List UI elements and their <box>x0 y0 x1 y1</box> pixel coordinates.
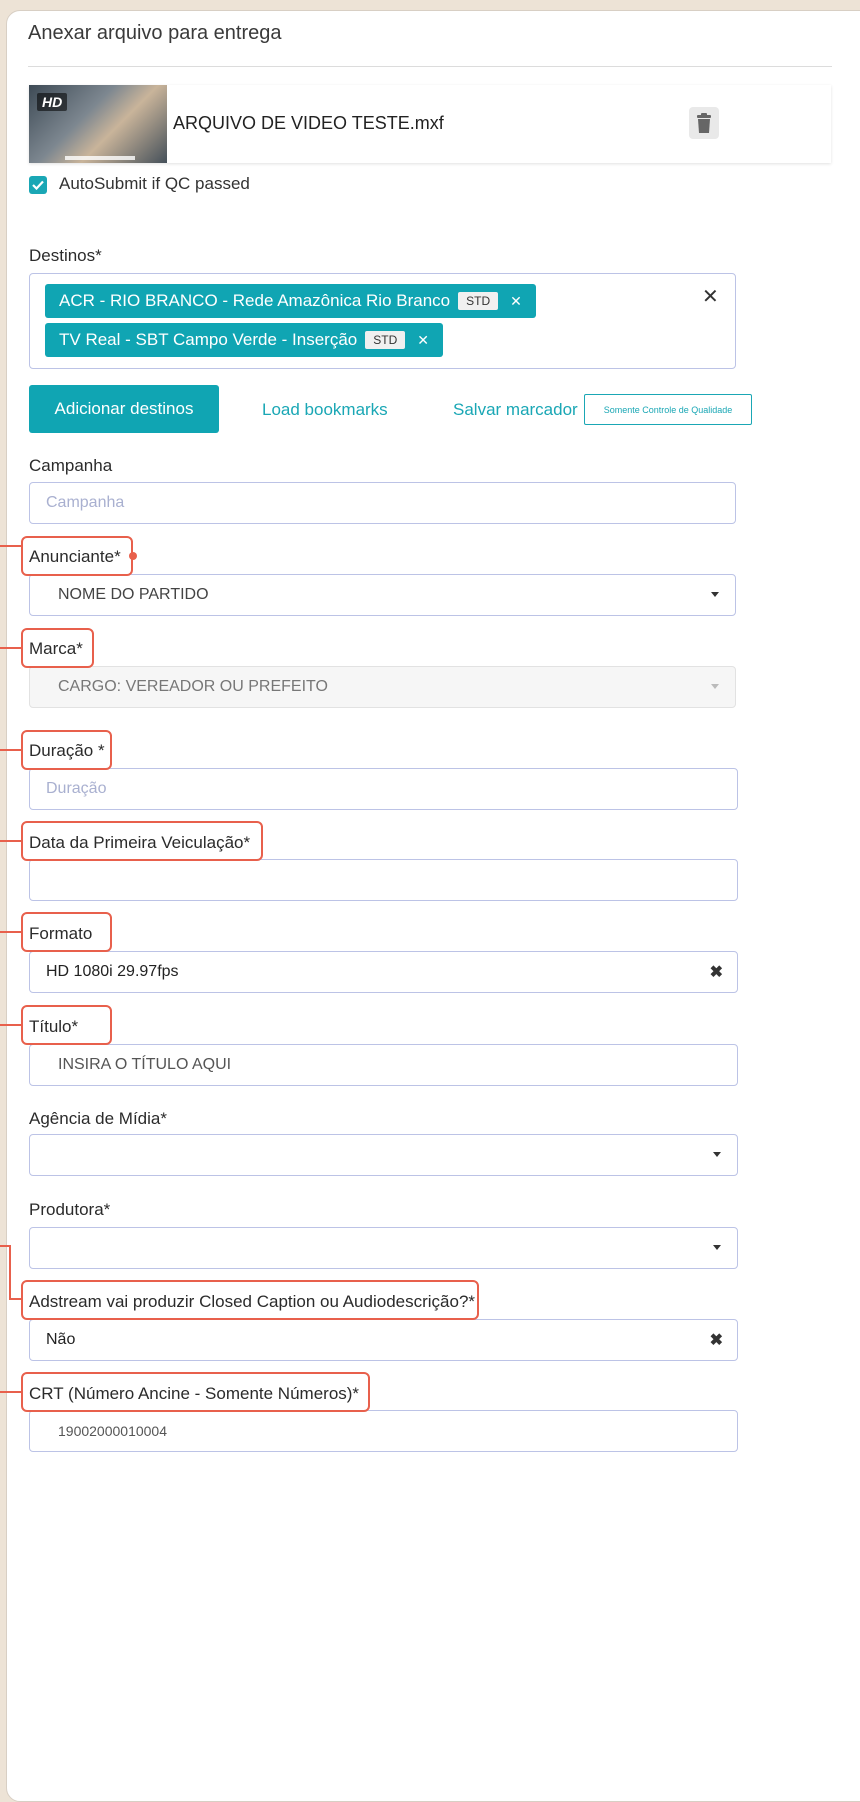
highlight-marca <box>21 628 94 668</box>
duracao-placeholder: Duração <box>46 780 107 797</box>
video-thumbnail: HD <box>29 85 167 163</box>
highlight-connector <box>0 749 22 751</box>
highlight-connector <box>0 1245 10 1247</box>
highlight-crt <box>21 1372 370 1412</box>
crt-value: 19002000010004 <box>58 1423 168 1439</box>
produtora-select[interactable] <box>29 1227 738 1269</box>
divider <box>28 66 832 67</box>
formato-select[interactable]: HD 1080i 29.97fps ✖ <box>29 951 738 993</box>
highlight-connector <box>9 1298 22 1300</box>
clear-icon[interactable]: ✖ <box>710 1330 723 1350</box>
highlight-titulo <box>21 1005 112 1045</box>
destination-tag-label: ACR - RIO BRANCO - Rede Amazônica Rio Br… <box>59 291 451 310</box>
closed-caption-value: Não <box>46 1331 76 1348</box>
highlight-connector <box>0 931 22 933</box>
highlight-connector <box>9 1245 11 1300</box>
formato-value: HD 1080i 29.97fps <box>46 963 179 980</box>
destinos-label: Destinos* <box>29 246 102 265</box>
trash-icon <box>697 113 711 133</box>
highlight-formato <box>21 912 112 952</box>
duracao-input[interactable]: Duração <box>29 768 738 810</box>
destinos-tag-input[interactable]: ACR - RIO BRANCO - Rede Amazônica Rio Br… <box>29 273 736 369</box>
delete-file-button[interactable] <box>689 107 719 139</box>
file-name: ARQUIVO DE VIDEO TESTE.mxf <box>173 113 444 133</box>
highlight-duracao <box>21 730 112 770</box>
chevron-down-icon <box>711 684 719 689</box>
highlight-dot <box>129 552 137 560</box>
qc-only-button[interactable]: Somente Controle de Qualidade <box>584 394 752 425</box>
highlight-data-veiculacao <box>21 821 263 861</box>
highlight-connector <box>0 647 22 649</box>
destination-tag: TV Real - SBT Campo Verde - Inserção STD… <box>45 323 443 357</box>
closed-caption-select[interactable]: Não ✖ <box>29 1319 738 1361</box>
attached-file-row: HD ARQUIVO DE VIDEO TESTE.mxf <box>29 85 831 163</box>
hd-badge: HD <box>37 93 68 111</box>
destination-tag-label: TV Real - SBT Campo Verde - Inserção <box>59 330 358 349</box>
highlight-closed-caption <box>21 1280 479 1320</box>
highlight-anunciante <box>21 536 133 576</box>
destination-tag: ACR - RIO BRANCO - Rede Amazônica Rio Br… <box>45 284 536 318</box>
clear-icon[interactable]: ✖ <box>710 962 723 982</box>
save-bookmark-link[interactable]: Salvar marcador <box>453 400 578 420</box>
agencia-label: Agência de Mídia* <box>29 1109 167 1128</box>
highlight-connector <box>0 840 22 842</box>
clear-all-destinations-icon[interactable]: ✕ <box>702 284 719 309</box>
agencia-select[interactable] <box>29 1134 738 1176</box>
campanha-input[interactable]: Campanha <box>29 482 736 524</box>
campanha-label: Campanha <box>29 456 113 475</box>
chevron-down-icon <box>713 1152 721 1157</box>
anunciante-select[interactable]: NOME DO PARTIDO <box>29 574 736 616</box>
add-destinations-button[interactable]: Adicionar destinos <box>29 385 219 433</box>
produtora-label: Produtora* <box>29 1200 111 1219</box>
autosubmit-label: AutoSubmit if QC passed <box>59 174 250 193</box>
chevron-down-icon <box>711 592 719 597</box>
titulo-input[interactable]: INSIRA O TÍTULO AQUI <box>29 1044 738 1086</box>
titulo-value: INSIRA O TÍTULO AQUI <box>58 1056 232 1073</box>
campanha-placeholder: Campanha <box>46 494 125 511</box>
data-veiculacao-input[interactable] <box>29 859 738 901</box>
checkmark-icon <box>32 180 44 190</box>
thumbnail-caption <box>65 156 135 160</box>
highlight-connector <box>0 1391 22 1393</box>
remove-tag-icon[interactable]: ✕ <box>417 332 429 349</box>
load-bookmarks-link[interactable]: Load bookmarks <box>262 400 388 420</box>
remove-tag-icon[interactable]: ✕ <box>510 293 522 310</box>
marca-select[interactable]: CARGO: VEREADOR OU PREFEITO <box>29 666 736 708</box>
section-title: Anexar arquivo para entrega <box>28 22 282 44</box>
std-badge: STD <box>365 331 406 349</box>
marca-value: CARGO: VEREADOR OU PREFEITO <box>58 678 328 695</box>
crt-input[interactable]: 19002000010004 <box>29 1410 738 1452</box>
autosubmit-checkbox[interactable] <box>29 176 47 194</box>
highlight-connector <box>0 1024 22 1026</box>
highlight-connector <box>0 545 22 547</box>
std-badge: STD <box>458 292 499 310</box>
anunciante-value: NOME DO PARTIDO <box>58 586 209 603</box>
chevron-down-icon <box>713 1245 721 1250</box>
